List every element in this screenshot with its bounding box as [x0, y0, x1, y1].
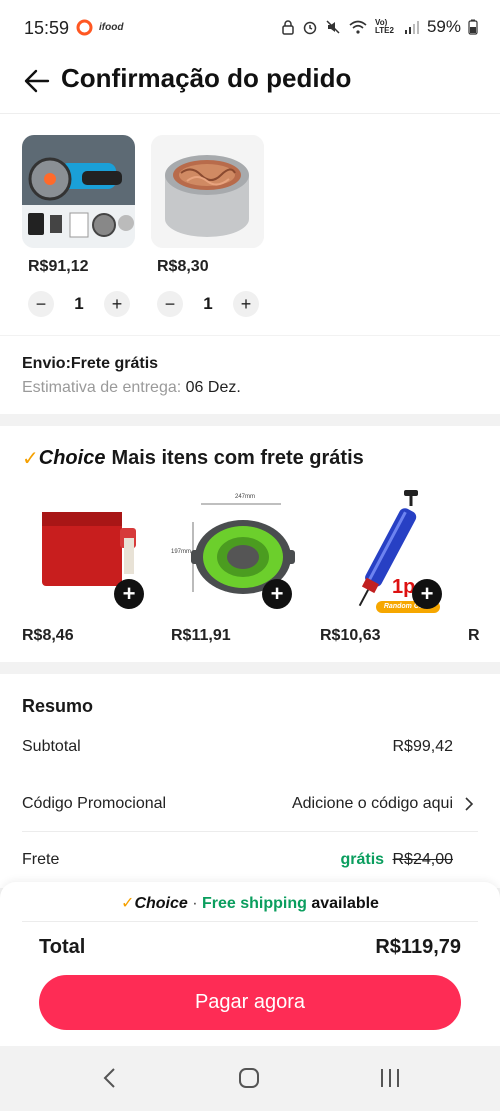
total-value: R$119,79: [375, 936, 461, 958]
lock-icon: [282, 20, 294, 35]
increase-button[interactable]: +: [104, 291, 130, 317]
available-text: available: [306, 895, 379, 912]
choice-heading: ✓ Choice Mais itens com frete grátis: [22, 446, 364, 471]
shipping-title: Envio:Frete grátis: [22, 355, 159, 372]
add-item-button[interactable]: +: [412, 579, 442, 609]
shipping-card: Envio:Frete grátis Estimativa de entrega…: [0, 336, 500, 414]
page-title: Confirmação do pedido: [61, 63, 352, 93]
promo-label: Código Promocional: [22, 795, 167, 812]
dimension-height-label: 197mm: [171, 549, 192, 555]
nav-home-icon[interactable]: [237, 1066, 261, 1090]
choice-brand: Choice: [38, 447, 106, 469]
checkmark-icon: ✓: [121, 895, 135, 912]
shopee-ring-icon: [76, 19, 93, 36]
screen: 15:59 ifood Vo) LTE2 59% Confirmação do …: [0, 0, 500, 1111]
estimate-label: Estimativa de entrega:: [22, 379, 186, 396]
nav-recents-icon[interactable]: [378, 1067, 402, 1089]
checkmark-icon: ✓: [22, 448, 39, 470]
signal-icon: [404, 21, 419, 34]
total-label: Total: [39, 936, 86, 958]
battery-icon: [468, 19, 478, 35]
upsell-price: R$10,63: [320, 627, 381, 644]
item-price: R$8,30: [157, 258, 209, 275]
subtotal-label: Subtotal: [22, 738, 81, 755]
product-image-grinder[interactable]: [22, 135, 135, 248]
quantity-stepper: − 1 +: [28, 291, 130, 317]
dimension-width-label: 247mm: [235, 494, 256, 500]
choice-heading-text: Mais itens com frete grátis: [111, 447, 364, 469]
summary-title: Resumo: [22, 696, 94, 716]
copper-tin-image: [151, 135, 264, 248]
decrease-button[interactable]: −: [157, 291, 183, 317]
choice-brand: Choice: [134, 895, 188, 912]
divider: [22, 831, 478, 832]
free-shipping-text: Free shipping: [202, 895, 307, 912]
shipping-cost: grátis R$24,00: [340, 851, 453, 869]
delivery-estimate: Estimativa de entrega: 06 Dez.: [22, 379, 241, 397]
choice-separator: ·: [187, 895, 202, 912]
angle-grinder-image: [22, 135, 135, 248]
product-image-scrubber[interactable]: [151, 135, 264, 248]
network-label: Vo) LTE2: [374, 18, 394, 35]
status-left-icons: ifood: [76, 19, 123, 36]
pay-now-button[interactable]: Pagar agora: [39, 975, 461, 1030]
add-item-button[interactable]: +: [262, 579, 292, 609]
promo-code-row[interactable]: Código Promocional Adicione o código aqu…: [0, 774, 500, 830]
choice-free-shipping-bar: ✓Choice · Free shipping available: [0, 893, 500, 913]
estimate-date: 06 Dez.: [185, 379, 241, 396]
increase-button[interactable]: +: [233, 291, 259, 317]
battery-percent: 59%: [426, 17, 461, 36]
shipping-label: Frete: [22, 851, 60, 868]
status-time: 15:59: [24, 18, 70, 38]
upsell-price: R$8,46: [22, 627, 74, 644]
shipping-old-price: R$24,00: [392, 851, 454, 868]
quantity-value: 1: [74, 294, 84, 313]
alarm-icon: [303, 21, 317, 35]
shipping-free: grátis: [340, 851, 385, 868]
item-price: R$91,12: [28, 258, 89, 275]
system-nav-bar: [0, 1046, 500, 1111]
subtotal-value: R$99,42: [392, 738, 454, 755]
status-bar: 15:59 ifood Vo) LTE2 59%: [0, 0, 500, 56]
back-arrow-icon[interactable]: [22, 67, 50, 95]
ifood-icon: ifood: [99, 22, 124, 33]
scrolled-partial-heading: [70, 100, 290, 116]
mute-icon: [326, 20, 340, 34]
nav-back-icon[interactable]: [100, 1066, 120, 1090]
quantity-stepper: − 1 +: [157, 291, 259, 317]
divider: [22, 921, 478, 922]
choice-upsell-card: ✓ Choice Mais itens com frete grátis + R…: [0, 426, 500, 662]
quantity-value: 1: [203, 294, 213, 313]
status-right-icons: Vo) LTE2 59%: [281, 17, 478, 37]
decrease-button[interactable]: −: [28, 291, 54, 317]
cart-items-card: R$91,12 − 1 + R$8,30 − 1 +: [0, 114, 500, 335]
upsell-price-partial: R: [468, 627, 480, 644]
promo-value: Adicione o código aqui: [291, 795, 453, 812]
upsell-price: R$11,91: [171, 627, 231, 644]
chevron-right-icon: [465, 797, 474, 811]
summary-card: Resumo Subtotal R$99,42 Código Promocion…: [0, 674, 500, 888]
add-item-button[interactable]: +: [114, 579, 144, 609]
wifi-icon: [349, 20, 367, 34]
